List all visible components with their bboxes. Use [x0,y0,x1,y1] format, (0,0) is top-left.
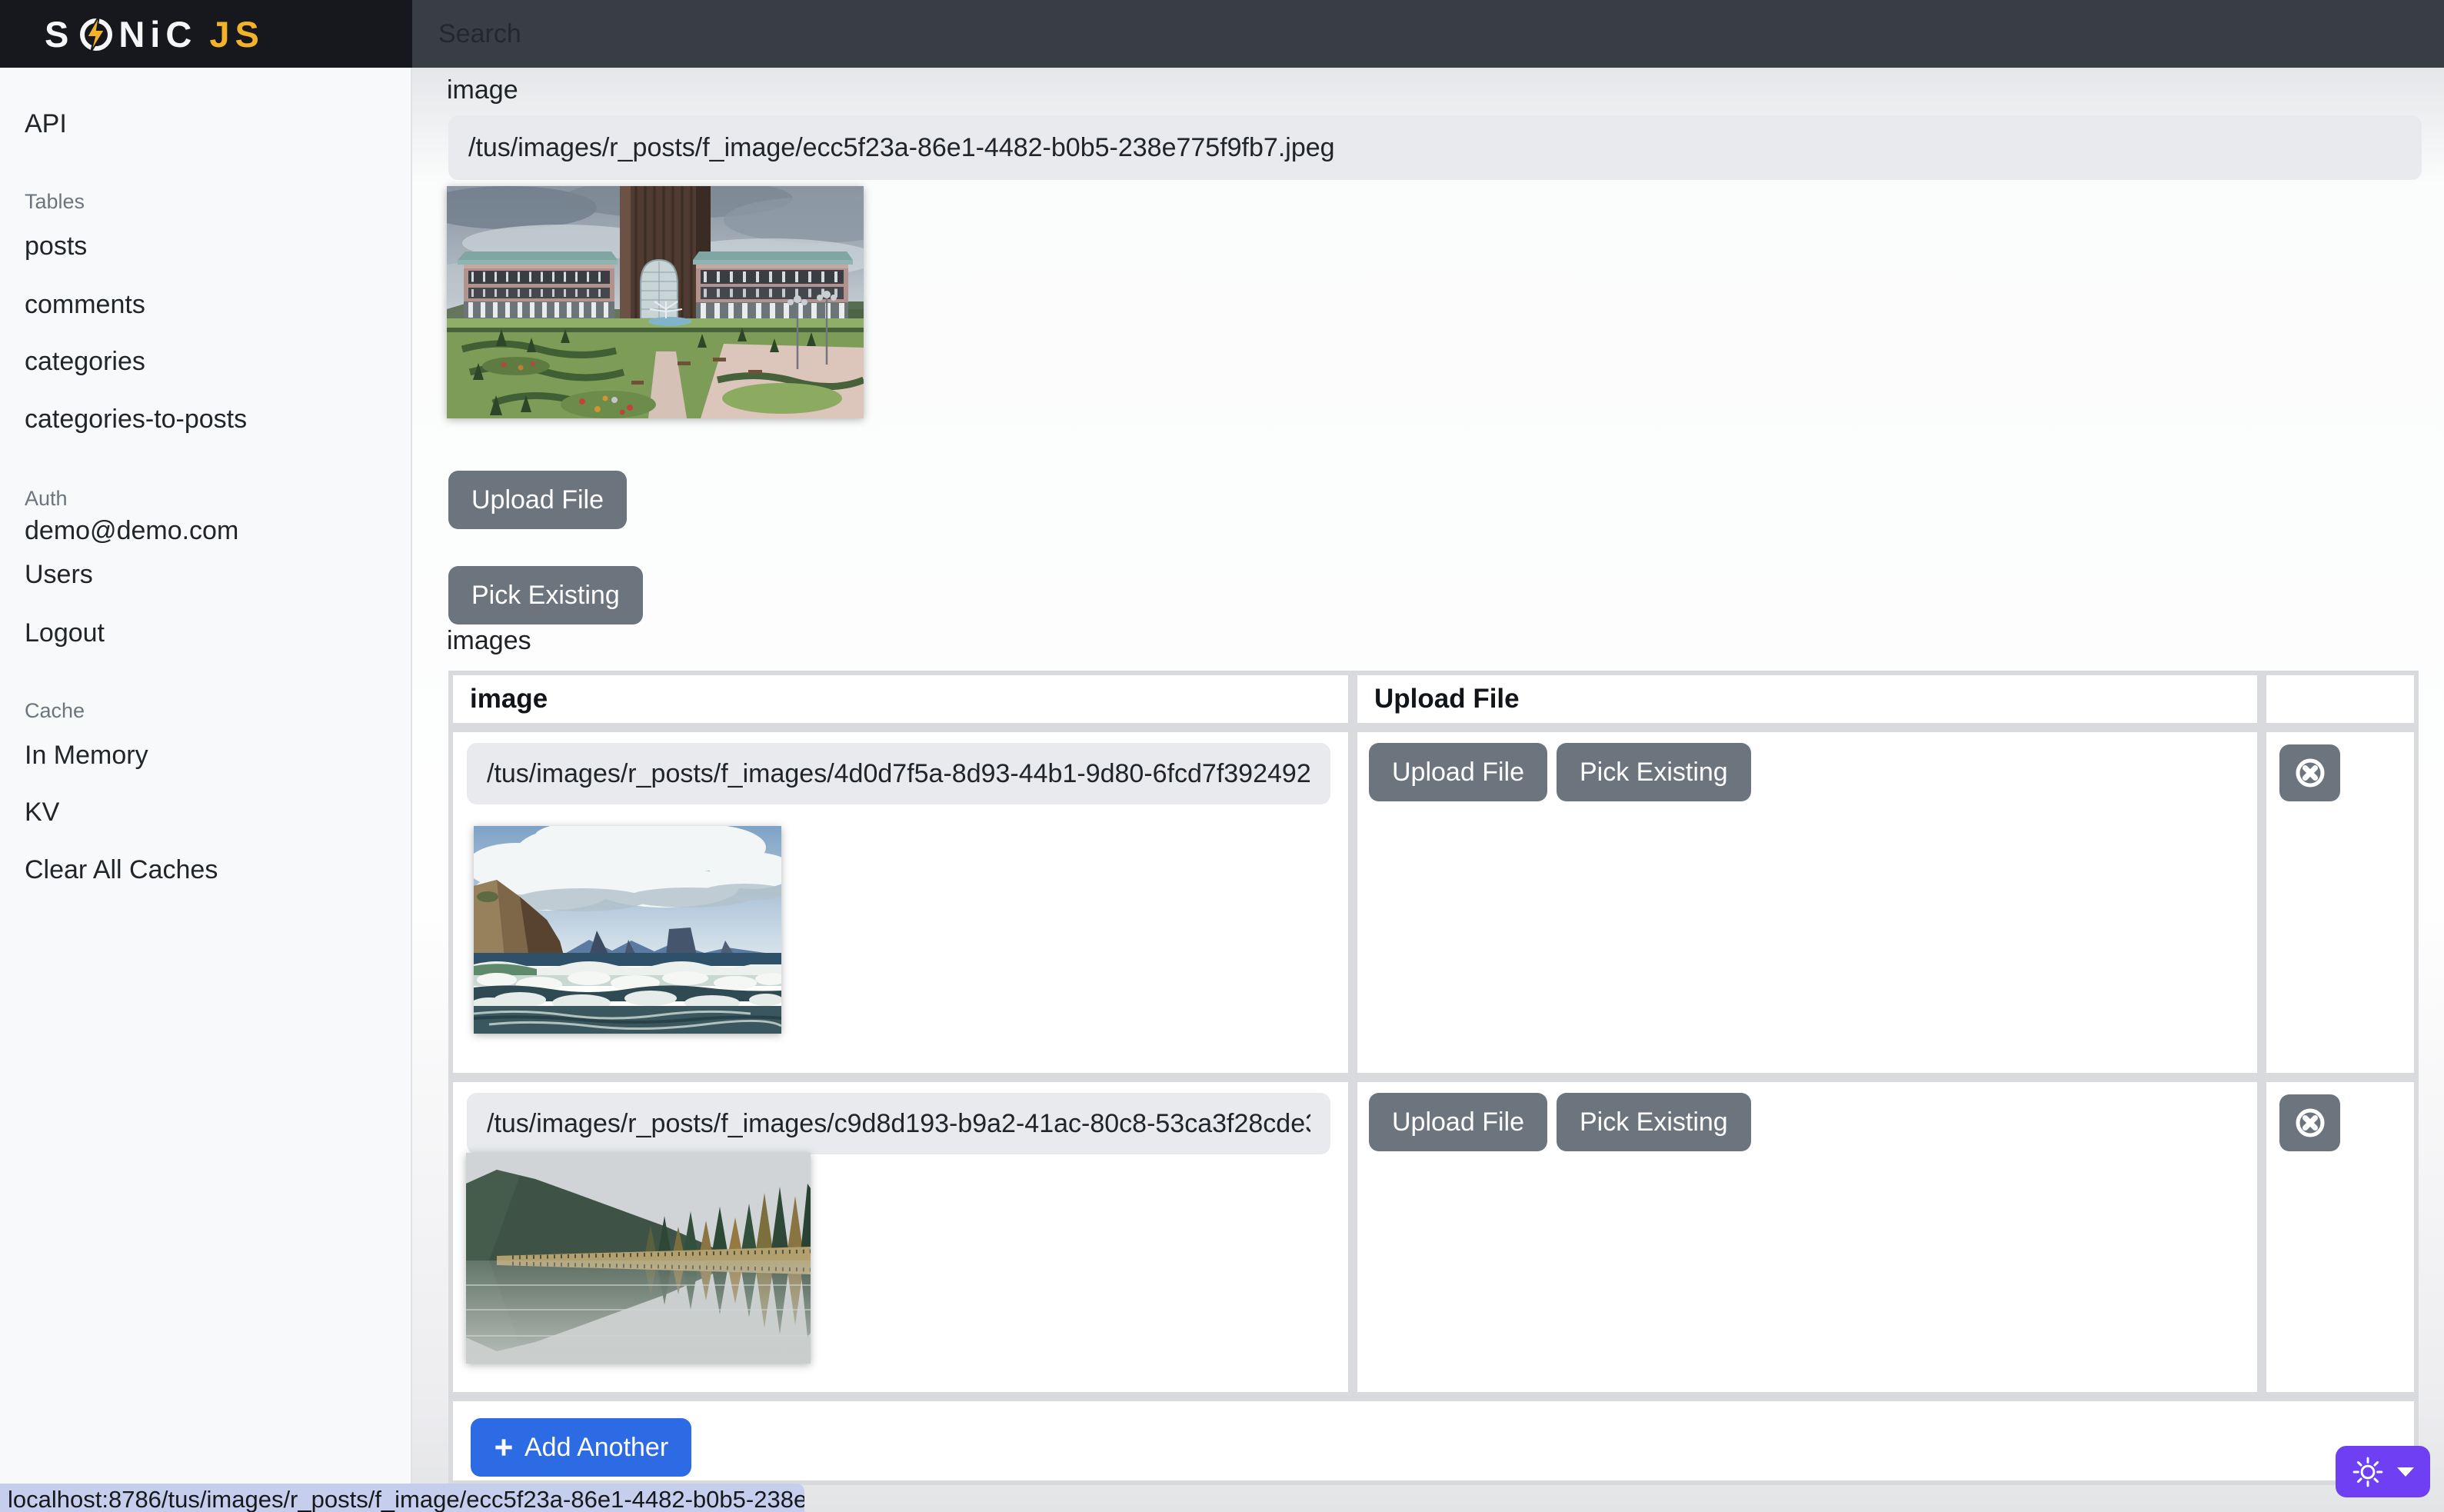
table-footer-cell: Add Another [453,1401,2414,1480]
logo-block[interactable]: S NiC JS [0,0,412,68]
logo-letters-nic: NiC [118,16,197,52]
x-circle-icon [2294,757,2326,789]
sidebar-item-user-email[interactable]: demo@demo.com [25,513,238,548]
row-2-path-input[interactable] [467,1093,1330,1154]
logo-letters-js: JS [209,16,265,52]
table-row-2-image-cell [453,1082,1348,1392]
image-path-input[interactable] [448,115,2422,180]
column-header-image: image [453,675,1348,723]
sun-icon [2352,1456,2384,1488]
sidebar: API Tables posts comments categories cat… [0,68,412,1512]
row-2-pick-existing-button[interactable]: Pick Existing [1557,1093,1751,1151]
row-2-remove-button[interactable] [2279,1094,2340,1151]
images-field-label: images [447,626,531,656]
sonicjs-admin-app: S NiC JS API Tables posts comments categ… [0,0,2444,1512]
add-another-label: Add Another [524,1433,668,1463]
row-2-upload-file-button[interactable]: Upload File [1369,1093,1547,1151]
sidebar-item-categories[interactable]: categories [25,344,145,379]
sonicjs-logo: S NiC JS [45,14,265,54]
row-1-upload-file-button[interactable]: Upload File [1369,743,1547,801]
table-row-1-buttons-cell: Upload File Pick Existing [1357,732,2257,1073]
top-navbar: S NiC JS [0,0,2444,68]
image-thumbnail-building-gardens[interactable] [447,186,864,418]
sidebar-section-auth: Auth [25,485,68,511]
plus-icon [494,1437,514,1457]
upload-file-button[interactable]: Upload File [448,471,627,529]
row-1-path-input[interactable] [467,743,1330,804]
row-2-thumbnail-mountain-lake[interactable] [466,1153,811,1364]
sidebar-item-logout[interactable]: Logout [25,615,105,651]
sidebar-item-clear-all-caches[interactable]: Clear All Caches [25,852,218,888]
column-header-actions [2266,675,2414,723]
x-circle-icon [2294,1107,2326,1139]
table-row-1-actions-cell [2266,732,2414,1073]
table-row-1-image-cell [453,732,1348,1073]
sidebar-item-comments[interactable]: comments [25,287,145,322]
caret-down-icon [2396,1467,2415,1477]
sidebar-item-users[interactable]: Users [25,557,93,592]
row-1-pick-existing-button[interactable]: Pick Existing [1557,743,1751,801]
sidebar-item-categories-to-posts[interactable]: categories-to-posts [25,401,247,437]
row-1-remove-button[interactable] [2279,744,2340,801]
theme-toggle-button[interactable] [2336,1446,2430,1497]
sidebar-section-tables: Tables [25,188,85,215]
sidebar-item-in-memory[interactable]: In Memory [25,738,148,773]
main-content: image [412,68,2444,1512]
table-row-2-buttons-cell: Upload File Pick Existing [1357,1082,2257,1392]
sidebar-item-kv[interactable]: KV [25,794,59,830]
add-another-button[interactable]: Add Another [471,1418,691,1477]
column-header-upload-file: Upload File [1357,675,2257,723]
sidebar-item-api[interactable]: API [25,106,67,142]
sidebar-section-cache: Cache [25,698,85,724]
link-preview-statusbar: localhost:8786/tus/images/r_posts/f_imag… [0,1484,804,1512]
pick-existing-button[interactable]: Pick Existing [448,566,643,624]
images-repeater-table: image Upload File [448,671,2419,1485]
image-field-label: image [447,75,518,105]
sidebar-item-posts[interactable]: posts [25,228,87,264]
lightning-bolt-icon [76,14,116,54]
search-input[interactable] [412,0,2444,68]
logo-letter-s: S [45,16,74,52]
row-1-thumbnail-ocean-cliffs[interactable] [474,826,781,1034]
table-row-2-actions-cell [2266,1082,2414,1392]
